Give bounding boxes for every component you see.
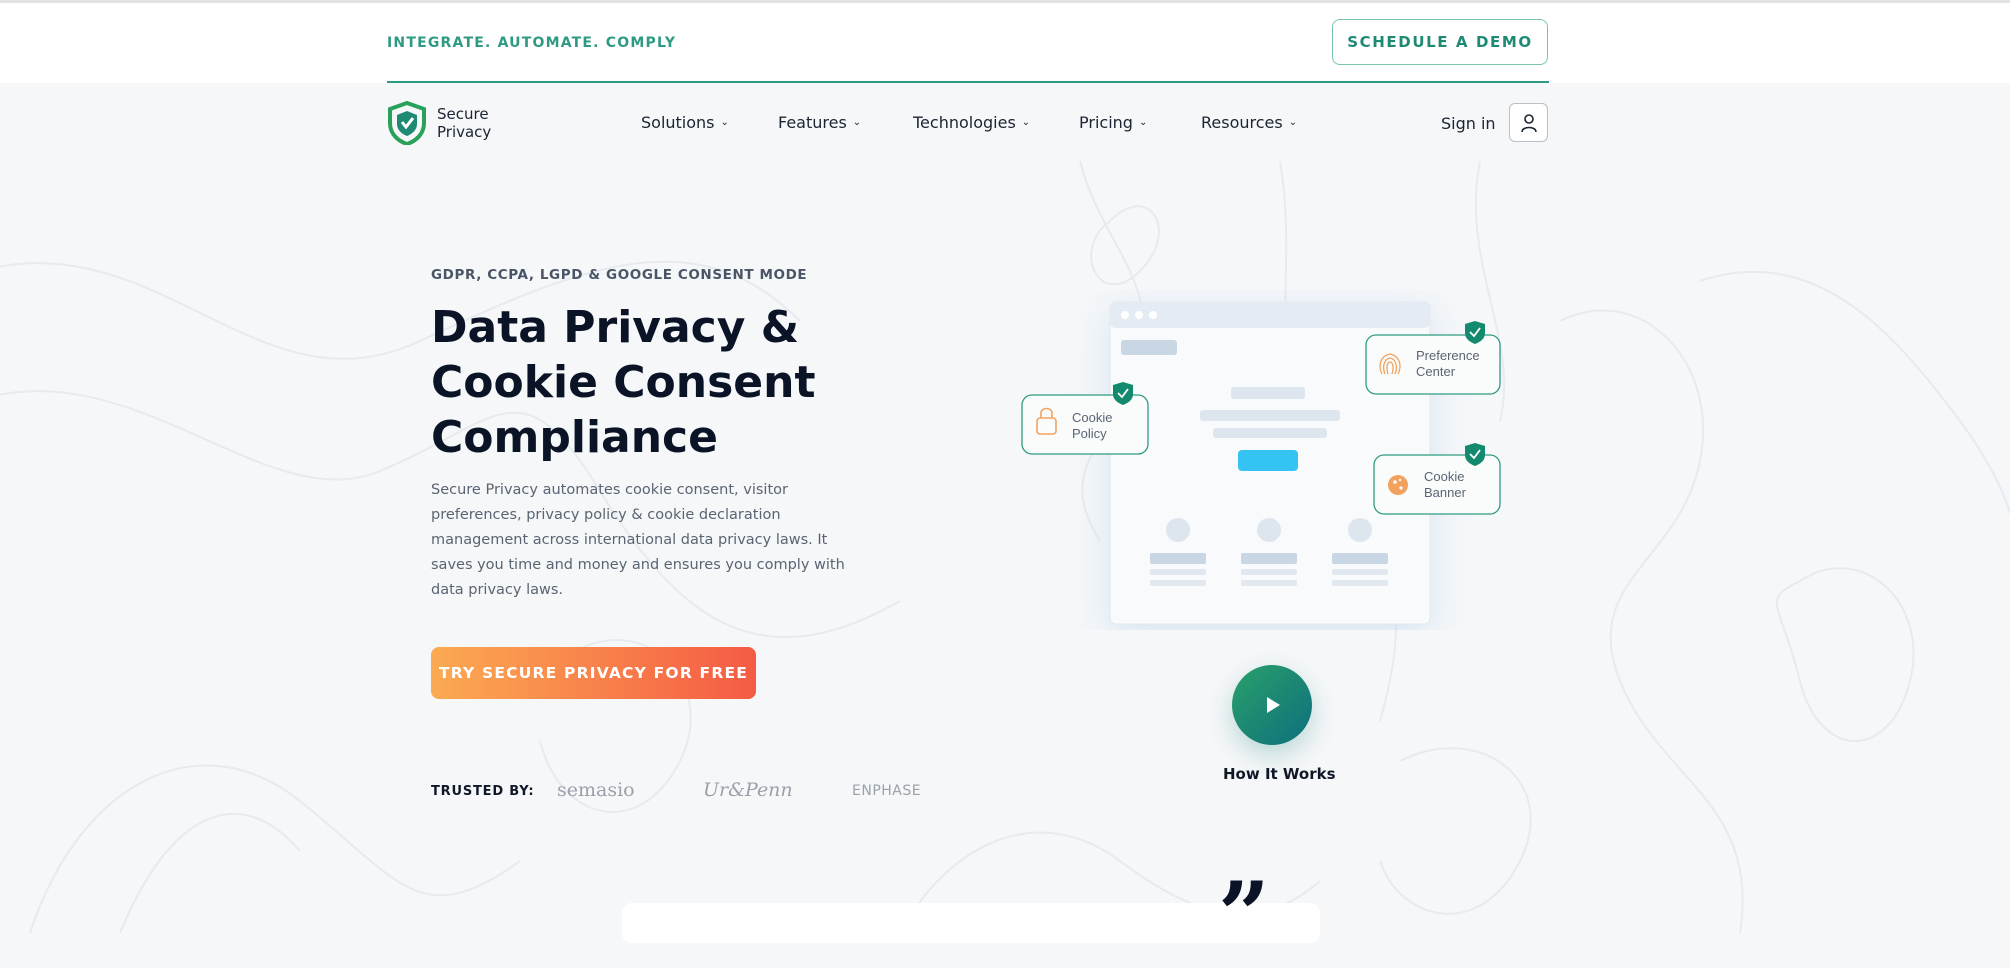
card-text: Cookie [1072,410,1112,425]
card-cookie-policy: Cookie Policy [1021,382,1149,455]
nav-item-label: Technologies [913,113,1016,132]
nav-item-label: Resources [1201,113,1283,132]
play-icon [1267,697,1280,713]
logo-text: Secure Privacy [437,105,491,141]
cookie-icon [1388,475,1408,495]
logo[interactable]: Secure Privacy [387,101,491,145]
logo-line2: Privacy [437,123,492,141]
brand-logo-enphase: ENPHASE [852,783,922,799]
nav-menu: Solutions ⌄ Features ⌄ Technologies ⌄ Prici… [641,113,1297,132]
chevron-down-icon: ⌄ [1021,117,1031,128]
nav-item-technologies[interactable]: Technologies ⌄ [913,113,1079,132]
nav-item-solutions[interactable]: Solutions ⌄ [641,113,778,132]
browser-button-shape [1238,450,1298,471]
sign-in-link[interactable]: Sign in [1441,114,1496,133]
nav-item-label: Pricing [1079,113,1133,132]
chevron-down-icon: ⌄ [1138,117,1148,128]
title-line: Compliance [431,412,718,463]
nav-item-features[interactable]: Features ⌄ [778,113,913,132]
top-bar [0,0,2010,83]
hero-illustration: Cookie Policy Preference Center Cookie B… [1021,301,1501,625]
brand-logo-urpenn: Ur&Penn [703,779,793,801]
card-text: Banner [1424,485,1467,500]
tagline: INTEGRATE. AUTOMATE. COMPLY [387,35,677,51]
card-text: Preference [1416,348,1480,363]
user-icon [1520,113,1537,132]
title-line: Data Privacy & [431,302,800,353]
shield-icon [388,101,426,145]
testimonial-card [622,903,1320,943]
user-account-button[interactable] [1509,103,1548,142]
title-line: Cookie Consent [431,357,816,408]
logo-line1: Secure [437,105,489,123]
nav-item-resources[interactable]: Resources ⌄ [1201,113,1297,132]
play-video-button[interactable] [1232,665,1312,745]
card-text: Cookie [1424,469,1464,484]
nav-item-pricing[interactable]: Pricing ⌄ [1079,113,1201,132]
hero-description: Secure Privacy automates cookie consent,… [431,482,845,598]
card-text: Policy [1072,426,1107,441]
brand-logo-semasio: semasio [557,779,635,801]
card-text: Center [1416,364,1456,379]
background-pattern [0,161,2010,933]
chevron-down-icon: ⌄ [1288,117,1298,128]
page-title: Data Privacy & Cookie Consent Compliance [431,300,951,465]
how-it-works-label[interactable]: How It Works [1223,765,1336,783]
try-free-button[interactable]: TRY SECURE PRIVACY FOR FREE [431,647,756,699]
nav-item-label: Features [778,113,847,132]
hero-eyebrow: GDPR, CCPA, LGPD & GOOGLE CONSENT MODE [431,267,808,283]
chevron-down-icon: ⌄ [852,117,862,128]
schedule-demo-button[interactable]: SCHEDULE A DEMO [1332,19,1548,65]
trusted-by-label: TRUSTED BY: [431,784,535,799]
nav-item-label: Solutions [641,113,715,132]
quote-icon: ” [1218,862,1270,968]
chevron-down-icon: ⌄ [720,117,729,128]
